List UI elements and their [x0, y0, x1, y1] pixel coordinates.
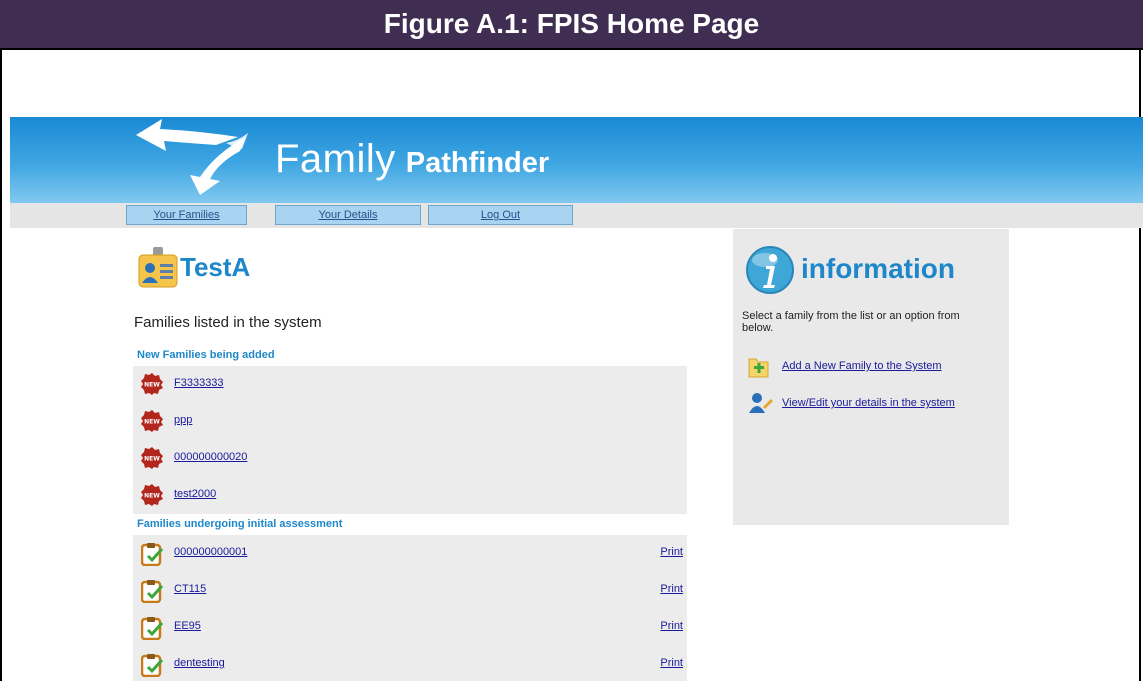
list-item: EE95 Print	[133, 609, 687, 646]
list-item: NEW test2000	[133, 477, 687, 514]
new-badge-icon: NEW	[141, 373, 163, 395]
clipboard-check-icon	[141, 654, 163, 677]
information-panel: information Select a family from the lis…	[733, 229, 1009, 525]
svg-text:NEW: NEW	[144, 382, 160, 389]
nav-log-out-button[interactable]: Log Out	[428, 205, 573, 225]
arrows-logo-icon	[136, 119, 248, 195]
id-card-icon	[138, 247, 178, 288]
info-icon	[746, 246, 794, 294]
info-title: information	[801, 253, 955, 284]
families-subtitle: Families listed in the system	[134, 314, 322, 331]
assessment-families-panel: 000000000001 Print CT115 Print EE95 Prin…	[133, 535, 687, 681]
info-description: Select a family from the list or an opti…	[742, 310, 960, 334]
family-link[interactable]: CT115	[174, 583, 206, 595]
svg-text:NEW: NEW	[144, 493, 160, 500]
svg-text:NEW: NEW	[144, 419, 160, 426]
new-badge-icon: NEW	[141, 447, 163, 469]
brand-bold-text: Pathfinder	[405, 147, 550, 179]
header-banner: Family Pathfinder	[10, 117, 1143, 203]
print-link[interactable]: Print	[660, 583, 683, 595]
family-link[interactable]: dentesting	[174, 657, 225, 669]
list-item: dentesting Print	[133, 646, 687, 683]
figure-caption: Figure A.1: FPIS Home Page	[0, 0, 1143, 50]
brand-name: Family Pathfinder	[275, 137, 549, 182]
nav-your-families-button[interactable]: Your Families	[126, 205, 247, 225]
add-folder-icon	[748, 358, 769, 378]
brand-light-text: Family	[275, 137, 396, 181]
list-item: CT115 Print	[133, 572, 687, 609]
view-edit-details-link[interactable]: View/Edit your details in the system	[782, 397, 955, 409]
print-link[interactable]: Print	[660, 620, 683, 632]
list-item: NEW F3333333	[133, 366, 687, 403]
print-link[interactable]: Print	[660, 657, 683, 669]
family-link[interactable]: 000000000020	[174, 451, 247, 463]
add-new-family-link[interactable]: Add a New Family to the System	[782, 360, 942, 372]
family-link[interactable]: test2000	[174, 488, 216, 500]
clipboard-check-icon	[141, 543, 163, 566]
section-heading-initial-assessment: Families undergoing initial assessment	[137, 518, 343, 530]
family-link[interactable]: EE95	[174, 620, 201, 632]
page-title: TestA	[180, 252, 251, 282]
svg-text:NEW: NEW	[144, 456, 160, 463]
list-item: NEW ppp	[133, 403, 687, 440]
list-item: 000000000001 Print	[133, 535, 687, 572]
new-families-panel: NEW F3333333 NEW ppp NEW 000000000020 NE…	[133, 366, 687, 514]
list-item: NEW 000000000020	[133, 440, 687, 477]
clipboard-check-icon	[141, 617, 163, 640]
family-link[interactable]: F3333333	[174, 377, 224, 389]
section-heading-new-families: New Families being added	[137, 349, 275, 361]
clipboard-check-icon	[141, 580, 163, 603]
family-link[interactable]: ppp	[174, 414, 192, 426]
edit-user-icon	[749, 393, 773, 413]
print-link[interactable]: Print	[660, 546, 683, 558]
nav-your-details-button[interactable]: Your Details	[275, 205, 421, 225]
nav-bar: Your Families Your Details Log Out	[10, 203, 1143, 228]
new-badge-icon: NEW	[141, 410, 163, 432]
new-badge-icon: NEW	[141, 484, 163, 506]
family-link[interactable]: 000000000001	[174, 546, 247, 558]
